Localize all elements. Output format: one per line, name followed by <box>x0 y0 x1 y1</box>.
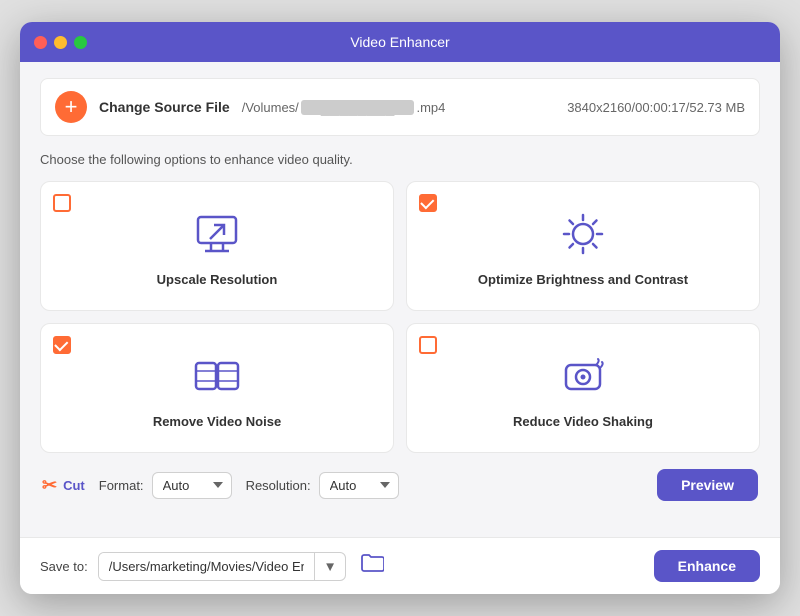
option-upscale: Upscale Resolution <box>40 181 394 311</box>
shaking-checkbox[interactable] <box>419 336 437 354</box>
format-group: Format: Auto MP4 MOV AVI MKV <box>99 472 232 499</box>
noise-icon <box>189 348 245 404</box>
traffic-lights <box>34 36 87 49</box>
enhance-button[interactable]: Enhance <box>654 550 760 582</box>
brightness-icon <box>555 206 611 262</box>
app-window: Video Enhancer + Change Source File /Vol… <box>20 22 780 594</box>
save-path-input[interactable] <box>99 553 315 580</box>
option-brightness: Optimize Brightness and Contrast <box>406 181 760 311</box>
scissors-icon: ✂ <box>42 475 57 496</box>
change-source-label: Change Source File <box>99 99 230 115</box>
maximize-button[interactable] <box>74 36 87 49</box>
save-path-dropdown[interactable]: ▼ <box>314 553 344 580</box>
shaking-label: Reduce Video Shaking <box>513 414 653 429</box>
toolbar: ✂ Cut Format: Auto MP4 MOV AVI MKV Resol… <box>40 469 760 501</box>
resolution-select[interactable]: Auto 720p 1080p 4K <box>319 472 399 499</box>
folder-button[interactable] <box>356 553 388 579</box>
resolution-label: Resolution: <box>246 478 311 493</box>
titlebar: Video Enhancer <box>20 22 780 62</box>
source-bar: + Change Source File /Volumes/████████.m… <box>40 78 760 136</box>
brightness-label: Optimize Brightness and Contrast <box>478 272 688 287</box>
format-label: Format: <box>99 478 144 493</box>
format-select[interactable]: Auto MP4 MOV AVI MKV <box>152 472 232 499</box>
source-info: 3840x2160/00:00:17/52.73 MB <box>567 100 745 115</box>
cut-button[interactable]: ✂ Cut <box>42 475 85 496</box>
noise-checkbox[interactable] <box>53 336 71 354</box>
shaking-icon <box>555 348 611 404</box>
noise-label: Remove Video Noise <box>153 414 281 429</box>
close-button[interactable] <box>34 36 47 49</box>
main-content: + Change Source File /Volumes/████████.m… <box>20 62 780 537</box>
upscale-label: Upscale Resolution <box>157 272 278 287</box>
save-to-label: Save to: <box>40 559 88 574</box>
preview-button[interactable]: Preview <box>657 469 758 501</box>
resolution-group: Resolution: Auto 720p 1080p 4K <box>246 472 399 499</box>
option-noise: Remove Video Noise <box>40 323 394 453</box>
instructions-text: Choose the following options to enhance … <box>40 152 760 167</box>
options-grid: Upscale Resolution <box>40 181 760 453</box>
option-shaking: Reduce Video Shaking <box>406 323 760 453</box>
add-source-button[interactable]: + <box>55 91 87 123</box>
upscale-icon <box>189 206 245 262</box>
brightness-checkbox[interactable] <box>419 194 437 212</box>
upscale-checkbox[interactable] <box>53 194 71 212</box>
bottom-bar: Save to: ▼ Enhance <box>20 537 780 594</box>
window-title: Video Enhancer <box>350 34 449 50</box>
minimize-button[interactable] <box>54 36 67 49</box>
save-path-container: ▼ <box>98 552 346 581</box>
cut-label: Cut <box>63 478 85 493</box>
source-path: /Volumes/████████.mp4 <box>242 100 555 115</box>
